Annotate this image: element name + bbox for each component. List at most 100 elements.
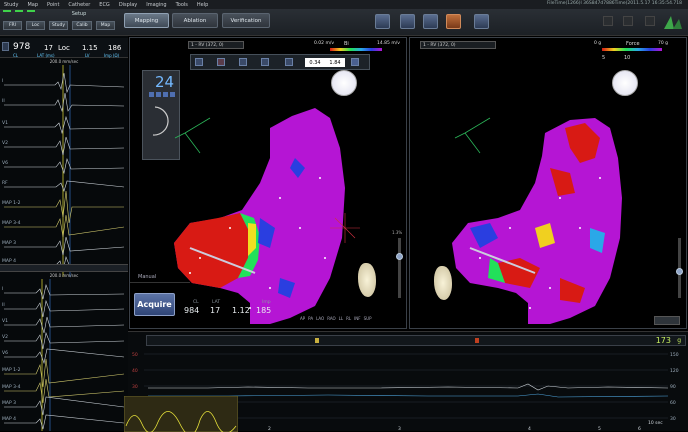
menu-item-ecg[interactable]: ECG: [99, 2, 110, 8]
view-ap-button[interactable]: AP: [300, 316, 305, 324]
loc-label: Loc: [58, 44, 70, 52]
opacity-slider-knob[interactable]: [396, 253, 403, 260]
tab-verification[interactable]: Verification: [222, 13, 270, 28]
window-icon[interactable]: [645, 16, 655, 26]
view-rl-button[interactable]: RL: [346, 316, 351, 324]
force-current-unit: g: [677, 337, 681, 344]
menu-item-display[interactable]: Display: [119, 2, 137, 8]
threshold-low: 0.34: [309, 59, 321, 66]
map-tool-icon[interactable]: [195, 58, 203, 66]
map-tool-icon[interactable]: [285, 58, 293, 66]
study-button[interactable]: Study: [49, 21, 68, 30]
map-view-left[interactable]: 1 - RV (372, 0) 0.02 m/v Bi 14.85 m/v 0.…: [129, 37, 407, 329]
window-icon[interactable]: [603, 16, 613, 26]
ecg-channel-label: V6: [2, 350, 8, 356]
ecg-channel-label: V2: [2, 334, 8, 340]
ecg-panel: 978 CL 17 LAT (ms) Loc 1.15 LV 186 Imp (…: [0, 36, 128, 431]
threshold-box[interactable]: 0.34 1.84: [305, 58, 345, 67]
ecg-trace-top: I II V1 V2 V6 RF MAP 1-2 MAP 3-4 MAP 3 M…: [2, 65, 125, 277]
view-rao-button[interactable]: RAO: [327, 316, 335, 324]
point-list-icon[interactable]: [423, 14, 438, 29]
point-label-lat: LAT: [212, 300, 221, 305]
map-button[interactable]: Map: [96, 21, 115, 30]
force-scale-max: 10: [624, 55, 631, 61]
impedance-label: Imp (Ω): [104, 53, 120, 58]
acquire-button[interactable]: Acquire: [134, 293, 175, 316]
record-icon[interactable]: [446, 14, 461, 29]
map-tool-icon[interactable]: [261, 58, 269, 66]
lat-label: LAT (ms): [37, 53, 55, 58]
voltage-color-bar: [330, 48, 382, 51]
ecg-channel-label: V2: [2, 140, 8, 146]
ecg-channel-label: II: [2, 302, 5, 308]
status-light: [15, 10, 23, 12]
ecg-channel-label: I: [2, 286, 3, 292]
ecg-channel-label: I: [2, 78, 3, 84]
menu-item-point[interactable]: Point: [47, 2, 59, 8]
point-readout-header: 978 CL 17 LAT (ms) Loc 1.15 LV 186 Imp (…: [0, 38, 128, 58]
window-icon[interactable]: [623, 16, 633, 26]
menu-item-map[interactable]: Map: [27, 2, 38, 8]
map-tool-icon[interactable]: [239, 58, 247, 66]
view-sup-button[interactable]: SUP: [364, 316, 372, 324]
axis-right-tick: 30: [670, 416, 676, 422]
menu-item-tools[interactable]: Tools: [176, 2, 188, 8]
ecg-channel-label: MAP 4: [2, 416, 16, 422]
setup-label: Setup: [71, 11, 87, 17]
calib-button[interactable]: Calib: [72, 21, 92, 30]
time-tick: 6: [638, 426, 641, 432]
marker-icon: [475, 338, 479, 343]
file-time-readout: FileTime(1266)l 36S847d7886Time(2011.5.1…: [547, 1, 682, 6]
heart-map-right: [452, 117, 622, 324]
heart-view-icon[interactable]: [375, 14, 390, 29]
force-readout-bar: 173 g: [146, 335, 686, 346]
axis-right-tick: 60: [670, 400, 676, 406]
home-icon[interactable]: [400, 14, 415, 29]
view-ll-button[interactable]: LL: [339, 316, 343, 324]
manual-label: Manual: [130, 274, 190, 283]
menu-item-study[interactable]: Study: [4, 2, 18, 8]
ecg-channel-label: MAP 3-4: [2, 384, 21, 390]
menu-item-imaging[interactable]: Imaging: [146, 2, 166, 8]
axis-right-tick: 120: [670, 368, 679, 374]
opacity-slider[interactable]: [398, 238, 401, 298]
force-current-value: 173: [655, 336, 671, 345]
impedance-value: 186: [108, 44, 122, 52]
tab-mapping[interactable]: Mapping: [124, 13, 169, 28]
ecg-channel-label: V1: [2, 318, 8, 324]
ecg-trace-bottom: I II V1 V2 V6 MAP 1-2 MAP 3-4 MAP 3 MAP …: [2, 279, 125, 431]
voltage-label: LV: [85, 53, 90, 58]
time-tick: 10 sec: [648, 420, 663, 426]
map-view-right[interactable]: 1 - RV (372, 0) 0 g Force 70 g 5 10: [409, 37, 687, 329]
view-inf-button[interactable]: INF: [354, 316, 360, 324]
view-lao-button[interactable]: LAO: [316, 316, 324, 324]
point-value-cl: 984: [184, 306, 200, 315]
status-light: [27, 10, 35, 12]
heart-model-icon: [358, 263, 376, 297]
ecg-divider-bar[interactable]: [0, 264, 128, 272]
tab-ablation[interactable]: Ablation: [172, 13, 218, 28]
menu-item-catheter[interactable]: Catheter: [68, 2, 90, 8]
time-tick: 4: [528, 426, 531, 432]
opacity-slider-knob[interactable]: [676, 268, 683, 275]
ecg-channel-label: V6: [2, 160, 8, 166]
marker-icon: [315, 338, 319, 343]
logo-icon: [664, 16, 682, 29]
settings-panel-icon[interactable]: [474, 14, 489, 29]
point-label-impedance: Imp: [262, 300, 271, 305]
menu-item-help[interactable]: Help: [197, 2, 208, 8]
view-pa-button[interactable]: PA: [308, 316, 313, 324]
ecg-channel-label: MAP 1-2: [2, 367, 21, 373]
map-tool-icon[interactable]: [217, 58, 225, 66]
map-tool-icon[interactable]: [351, 58, 359, 66]
map-select-left[interactable]: 1 - RV (372, 0): [188, 41, 244, 49]
view-buttons-left: AP PA LAO RAO LL RL INF SUP: [300, 316, 406, 324]
view-toggle-button[interactable]: [654, 316, 680, 325]
fri-button[interactable]: FRI: [3, 21, 22, 30]
loc-button[interactable]: Loc: [26, 21, 45, 30]
axis-left-tick: 30: [132, 384, 138, 390]
axis-right-tick: 150: [670, 352, 679, 358]
axis-left-tick: 50: [132, 352, 138, 358]
map-select-right[interactable]: 1 - RV (372, 0): [420, 41, 496, 49]
ecg-icon[interactable]: [2, 42, 9, 51]
